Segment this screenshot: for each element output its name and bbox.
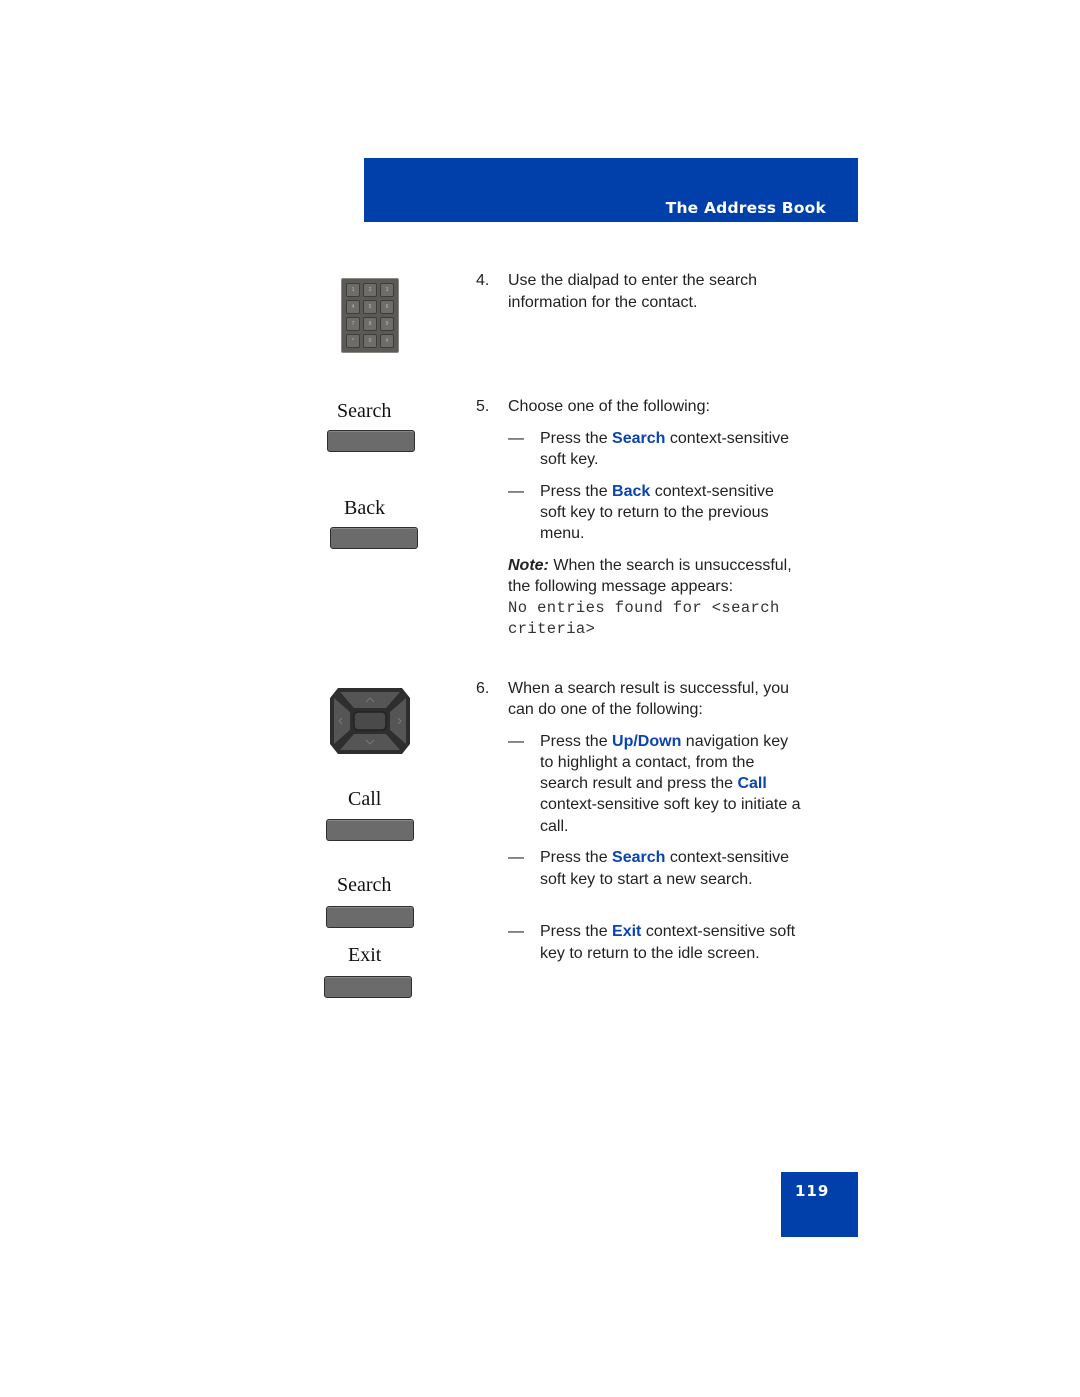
dialpad-key: # xyxy=(380,334,394,348)
dialpad-key: 1 xyxy=(346,283,360,297)
error-message-line2: criteria> xyxy=(508,620,596,638)
step4-line1: Use the dialpad to enter the search xyxy=(508,272,758,289)
step6-bullet1-line1: Press the Up/Down navigation key xyxy=(540,733,789,750)
call-softkey-icon xyxy=(326,819,414,841)
step5-bullet1-line2: soft key. xyxy=(540,451,599,468)
softkey-label-search-2: Search xyxy=(337,874,392,896)
search-softkey-icon xyxy=(327,430,415,452)
step6-bullet2-line2: soft key to start a new search. xyxy=(540,871,753,888)
note-label: Note: xyxy=(508,557,549,574)
dialpad-key: 0 xyxy=(363,334,377,348)
navigation-cluster-icon xyxy=(330,688,410,754)
dialpad-icon: 1 2 3 4 5 6 7 8 9 * 0 # xyxy=(341,278,399,353)
dialpad-key: 6 xyxy=(380,300,394,314)
keyword-search: Search xyxy=(612,849,666,866)
bullet-dash: — xyxy=(508,849,524,866)
keyword-back: Back xyxy=(612,483,651,500)
dialpad-key: * xyxy=(346,334,360,348)
keyword-exit: Exit xyxy=(612,923,642,940)
step6-bullet3-line2: key to return to the idle screen. xyxy=(540,945,760,962)
section-title: The Address Book xyxy=(665,199,826,217)
step6-bullet1-line4: context-sensitive soft key to initiate a xyxy=(540,796,801,813)
step6-bullet2-line1: Press the Search context-sensitive xyxy=(540,849,790,866)
bullet-dash: — xyxy=(508,483,524,500)
softkey-label-search: Search xyxy=(337,400,392,422)
step5-bullet2-line3: menu. xyxy=(540,525,585,542)
dialpad-key: 2 xyxy=(363,283,377,297)
step6-bullet1-line2: to highlight a contact, from the xyxy=(540,754,755,771)
step-number: 5. xyxy=(476,398,490,415)
section-header-bar: The Address Book xyxy=(364,158,858,222)
note-line1: Note: When the search is unsuccessful, xyxy=(508,557,792,574)
step5-intro: Choose one of the following: xyxy=(508,398,710,415)
step-number: 6. xyxy=(476,680,490,697)
bullet-dash: — xyxy=(508,923,524,940)
step6-bullet3-line1: Press the Exit context-sensitive soft xyxy=(540,923,796,940)
step5-bullet1-line1: Press the Search context-sensitive xyxy=(540,430,790,447)
note-line2: the following message appears: xyxy=(508,578,734,595)
step6-bullet1-line5: call. xyxy=(540,818,569,835)
step-number: 4. xyxy=(476,272,490,289)
dialpad-key: 3 xyxy=(380,283,394,297)
back-softkey-icon xyxy=(330,527,418,549)
step4-line2: information for the contact. xyxy=(508,294,698,311)
exit-softkey-icon xyxy=(324,976,412,998)
softkey-label-back: Back xyxy=(344,497,386,519)
dialpad-key: 4 xyxy=(346,300,360,314)
dialpad-key: 7 xyxy=(346,317,360,331)
keyword-search: Search xyxy=(612,430,666,447)
step6-line2: can do one of the following: xyxy=(508,701,703,718)
keyword-up-down: Up/Down xyxy=(612,733,682,750)
dialpad-key: 8 xyxy=(363,317,377,331)
step5-bullet2-line1: Press the Back context-sensitive xyxy=(540,483,774,500)
softkey-label-call: Call xyxy=(348,788,382,810)
dialpad-key: 9 xyxy=(380,317,394,331)
bullet-dash: — xyxy=(508,733,524,750)
search-softkey-icon-2 xyxy=(326,906,414,928)
page-number-box: 119 xyxy=(781,1172,858,1237)
dialpad-key: 5 xyxy=(363,300,377,314)
bullet-dash: — xyxy=(508,430,524,447)
step5-bullet2-line2: soft key to return to the previous xyxy=(540,504,769,521)
step6-bullet1-line3: search result and press the Call xyxy=(540,775,767,792)
error-message-line1: No entries found for <search xyxy=(508,599,780,617)
step6-line1: When a search result is successful, you xyxy=(508,680,790,697)
keyword-call: Call xyxy=(737,775,767,792)
page-number: 119 xyxy=(795,1182,830,1200)
nav-select-icon xyxy=(353,711,387,731)
softkey-label-exit: Exit xyxy=(348,944,382,966)
